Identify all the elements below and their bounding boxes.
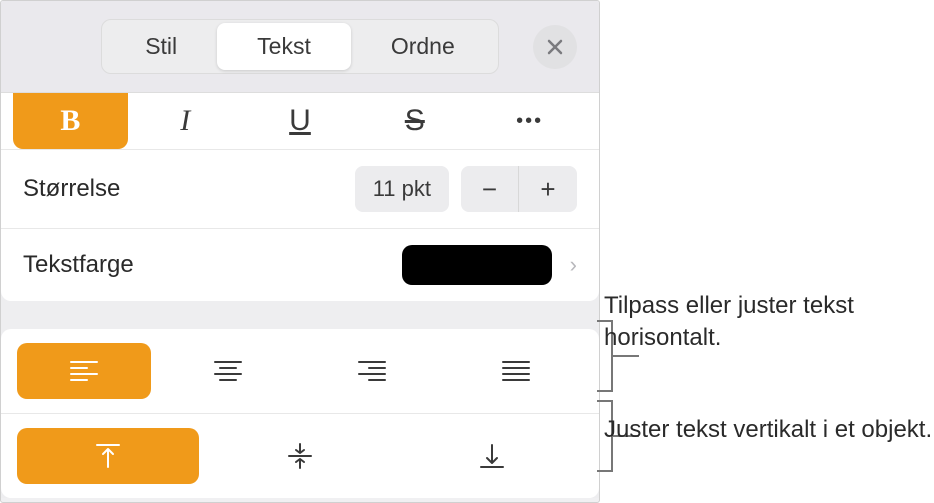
- align-left-button[interactable]: [17, 343, 151, 399]
- horizontal-align-row: [1, 329, 599, 414]
- font-section: B I U S ••• Størrelse 11 pkt − + Tekstfa…: [1, 93, 599, 301]
- italic-button[interactable]: I: [128, 93, 243, 149]
- callout-line-1: [613, 355, 639, 357]
- valign-top-icon: [95, 442, 121, 470]
- size-label: Størrelse: [23, 175, 355, 203]
- text-color-label: Tekstfarge: [23, 251, 402, 279]
- align-right-icon: [357, 359, 387, 383]
- tab-stil[interactable]: Stil: [105, 23, 217, 70]
- size-decrease-button[interactable]: −: [461, 166, 519, 212]
- more-styles-button[interactable]: •••: [472, 93, 587, 149]
- text-color-swatch[interactable]: [402, 245, 552, 285]
- align-center-icon: [213, 359, 243, 383]
- panel-header: Stil Tekst Ordne: [1, 1, 599, 93]
- alignment-section: [1, 329, 599, 498]
- panel-content: B I U S ••• Størrelse 11 pkt − + Tekstfa…: [1, 93, 599, 498]
- align-left-icon: [69, 359, 99, 383]
- bold-button[interactable]: B: [13, 93, 128, 149]
- valign-middle-button[interactable]: [209, 428, 391, 484]
- valign-top-button[interactable]: [17, 428, 199, 484]
- tab-ordne[interactable]: Ordne: [351, 23, 495, 70]
- valign-bottom-icon: [479, 442, 505, 470]
- font-style-row: B I U S •••: [1, 93, 599, 150]
- close-button[interactable]: [533, 25, 577, 69]
- align-right-button[interactable]: [305, 343, 439, 399]
- size-row: Størrelse 11 pkt − +: [1, 150, 599, 229]
- close-icon: [546, 38, 564, 56]
- valign-bottom-button[interactable]: [401, 428, 583, 484]
- size-increase-button[interactable]: +: [519, 166, 577, 212]
- callout-vertical: Juster tekst vertikalt i et objekt.: [604, 414, 932, 446]
- valign-middle-icon: [287, 442, 313, 470]
- strikethrough-button[interactable]: S: [357, 93, 472, 149]
- format-panel: Stil Tekst Ordne B I U S ••• Størrelse 1…: [0, 0, 600, 503]
- tab-segmented-control: Stil Tekst Ordne: [101, 19, 499, 74]
- tab-tekst[interactable]: Tekst: [217, 23, 351, 70]
- size-stepper: − +: [461, 166, 577, 212]
- align-center-button[interactable]: [161, 343, 295, 399]
- text-color-row[interactable]: Tekstfarge ›: [1, 229, 599, 301]
- size-value[interactable]: 11 pkt: [355, 166, 449, 212]
- vertical-align-row: [1, 414, 599, 498]
- align-justify-icon: [501, 359, 531, 383]
- underline-button[interactable]: U: [243, 93, 358, 149]
- chevron-right-icon: ›: [570, 252, 577, 278]
- align-justify-button[interactable]: [449, 343, 583, 399]
- callout-horizontal: Tilpass eller juster tekst horisontalt.: [604, 290, 934, 355]
